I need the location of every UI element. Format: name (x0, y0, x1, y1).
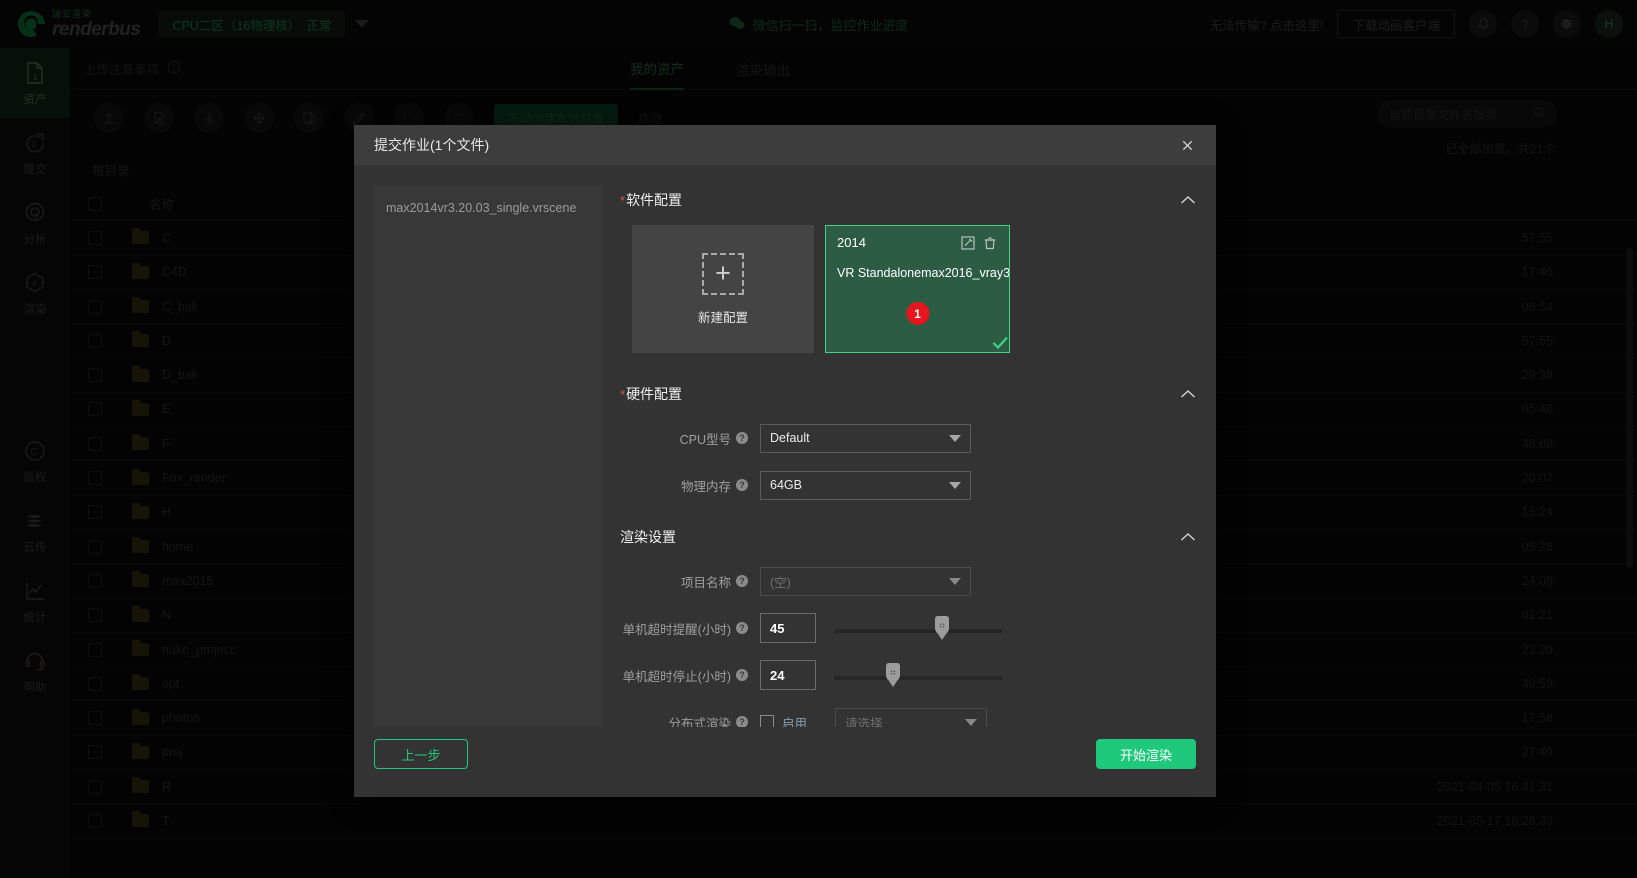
project-name-label-group: 项目名称 ? (620, 572, 760, 591)
pencil-edit-icon[interactable] (960, 235, 976, 251)
chevron-down-icon (965, 718, 977, 726)
help-circle-icon[interactable]: ? (736, 432, 748, 444)
render-section-title: 渲染设置 (620, 529, 676, 545)
list-item[interactable]: max2014vr3.20.03_single.vrscene (386, 199, 590, 217)
help-circle-icon[interactable]: ? (736, 622, 748, 634)
timeout-warn-row: 单机超时提醒(小时) ? 45 (620, 609, 1196, 647)
modal-body: max2014vr3.20.03_single.vrscene * 软件配置 +… (354, 165, 1216, 727)
software-section-title: 软件配置 (626, 192, 683, 208)
timeout-warn-label: 单机超时提醒(小时) (622, 622, 731, 637)
chevron-down-icon (949, 434, 961, 442)
timeout-stop-label: 单机超时停止(小时) (622, 669, 731, 684)
slider-handle[interactable] (886, 663, 901, 682)
file-list-pane: max2014vr3.20.03_single.vrscene (374, 185, 602, 727)
new-config-label: 新建配置 (697, 310, 748, 325)
help-circle-icon[interactable]: ? (736, 479, 748, 491)
memory-row: 物理内存 ? 64GB (620, 466, 1196, 504)
slider-track (834, 676, 1002, 680)
software-config-cards: + 新建配置 2014 VR Standalonemax2016_vray3 1 (632, 225, 1196, 353)
distributed-label-group: 分布式渲染 ? (620, 713, 760, 728)
memory-select[interactable]: 64GB (760, 470, 971, 500)
timeout-warn-label-group: 单机超时提醒(小时) ? (620, 619, 760, 638)
app-root: 瑞云渲染 renderbus CPU二区（16物理核） 正常 微信扫一扫，监控作… (0, 0, 1637, 878)
memory-value: 64GB (770, 478, 802, 492)
distributed-checkbox[interactable] (760, 715, 774, 727)
distributed-select[interactable]: 请选择 (835, 707, 987, 728)
help-circle-icon[interactable]: ? (736, 575, 748, 587)
start-render-button[interactable]: 开始渲染 (1096, 739, 1196, 769)
hardware-form: CPU型号 ? Default 物理内存 ? 64GB (620, 419, 1196, 504)
timeout-warn-input[interactable]: 45 (760, 613, 816, 643)
project-name-select[interactable]: (空) (760, 566, 971, 596)
slider-track (834, 629, 1002, 633)
plus-icon: + (702, 252, 744, 295)
required-star: * (620, 192, 626, 208)
chevron-up-icon[interactable] (1180, 193, 1196, 208)
prev-step-button[interactable]: 上一步 (374, 739, 468, 769)
distributed-select-value: 请选择 (845, 716, 883, 728)
distributed-label: 分布式渲染 (668, 716, 731, 728)
chevron-down-icon (949, 577, 961, 585)
help-circle-icon[interactable]: ? (736, 716, 748, 727)
config-card-name: VR Standalonemax2016_vray3.20.03 (837, 266, 1010, 280)
timeout-stop-slider[interactable] (834, 660, 1002, 690)
config-card-version: 2014 (837, 235, 866, 250)
memory-label: 物理内存 (680, 479, 731, 494)
project-name-label: 项目名称 (680, 575, 731, 590)
cpu-model-row: CPU型号 ? Default (620, 419, 1196, 457)
check-mark-icon (992, 336, 1008, 352)
config-card-selected[interactable]: 2014 VR Standalonemax2016_vray3.20.03 1 (825, 225, 1010, 353)
hardware-section-title: 硬件配置 (626, 386, 683, 402)
timeout-stop-input[interactable]: 24 (760, 660, 816, 690)
project-name-row: 项目名称 ? (空) (620, 562, 1196, 600)
cpu-model-select[interactable]: Default (760, 423, 971, 453)
project-name-value: (空) (770, 575, 791, 590)
slider-handle[interactable] (934, 616, 949, 635)
timeout-stop-row: 单机超时停止(小时) ? 24 (620, 656, 1196, 694)
trash-icon[interactable] (982, 235, 998, 251)
chevron-up-icon[interactable] (1180, 387, 1196, 402)
memory-label-group: 物理内存 ? (620, 476, 760, 495)
software-section-header[interactable]: * 软件配置 (620, 185, 1196, 215)
modal-header: 提交作业(1个文件) (354, 125, 1216, 165)
modal-title: 提交作业(1个文件) (374, 137, 490, 153)
close-x-icon[interactable] (1174, 132, 1200, 158)
cpu-model-value: Default (770, 431, 810, 445)
required-star: * (620, 386, 626, 402)
distributed-render-row: 分布式渲染 ? 启用 请选择 (620, 703, 1196, 727)
render-form: 项目名称 ? (空) 单机超时提醒(小时) ? 45 单机超时停止(小时) ? … (620, 562, 1196, 727)
timeout-warn-slider[interactable] (834, 613, 1002, 643)
distributed-checkbox-label: 启用 (782, 716, 808, 728)
config-pane: * 软件配置 + 新建配置 2014 VR Standalonemax2016_… (620, 185, 1196, 727)
help-circle-icon[interactable]: ? (736, 669, 748, 681)
chevron-down-icon (949, 481, 961, 489)
new-config-card[interactable]: + 新建配置 (632, 225, 814, 353)
render-section-header[interactable]: 渲染设置 (620, 522, 1196, 552)
chevron-up-icon[interactable] (1180, 530, 1196, 545)
modal-footer: 上一步 开始渲染 (354, 727, 1216, 797)
status-badge: 1 (906, 302, 929, 325)
hardware-section-header[interactable]: * 硬件配置 (620, 379, 1196, 409)
submit-job-modal: 提交作业(1个文件) max2014vr3.20.03_single.vrsce… (354, 125, 1216, 797)
cpu-model-label: CPU型号 (679, 432, 731, 447)
cpu-model-label-group: CPU型号 ? (620, 429, 760, 448)
timeout-stop-label-group: 单机超时停止(小时) ? (620, 666, 760, 685)
